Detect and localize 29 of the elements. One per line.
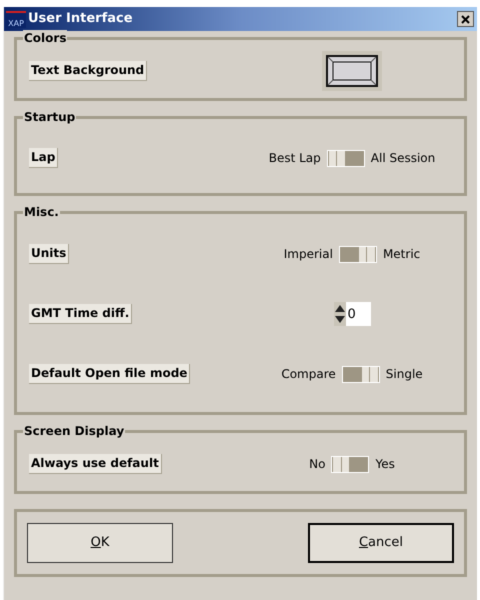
toggle-switch[interactable]: [326, 150, 365, 166]
color-swatch[interactable]: [322, 51, 382, 91]
setting-button[interactable]: Default Open file mode: [29, 364, 190, 384]
option-label: Metric: [382, 246, 420, 263]
toggle-switch[interactable]: [342, 366, 380, 382]
option-label: Yes: [375, 456, 395, 473]
option-label: Imperial: [284, 246, 333, 263]
option-label: Best Lap: [268, 150, 321, 167]
group-title: Screen Display: [23, 423, 126, 439]
option-label: Compare: [281, 366, 336, 383]
option-label: No: [309, 456, 326, 473]
setting-button[interactable]: Always use default: [29, 454, 162, 474]
toggle-switch[interactable]: [338, 246, 377, 262]
dialog-button[interactable]: OK: [27, 523, 173, 563]
option-label: Single: [386, 366, 423, 383]
app-logo: XAP: [6, 10, 26, 28]
window-title: User Interface: [28, 10, 133, 28]
dialog-button[interactable]: Cancel: [308, 523, 454, 563]
close-icon: [461, 14, 470, 24]
spinner-arrows-icon[interactable]: [334, 302, 346, 326]
setting-button[interactable]: Units: [29, 244, 70, 264]
setting-button[interactable]: Lap: [29, 148, 58, 168]
close-button[interactable]: [457, 11, 474, 27]
option-label: All Session: [370, 150, 436, 167]
group-title: Startup: [23, 109, 76, 125]
setting-button[interactable]: GMT Time diff.: [29, 304, 132, 324]
number-field[interactable]: 0: [346, 302, 370, 326]
setting-button[interactable]: Text Background: [29, 61, 148, 81]
toggle-switch[interactable]: [331, 456, 370, 472]
